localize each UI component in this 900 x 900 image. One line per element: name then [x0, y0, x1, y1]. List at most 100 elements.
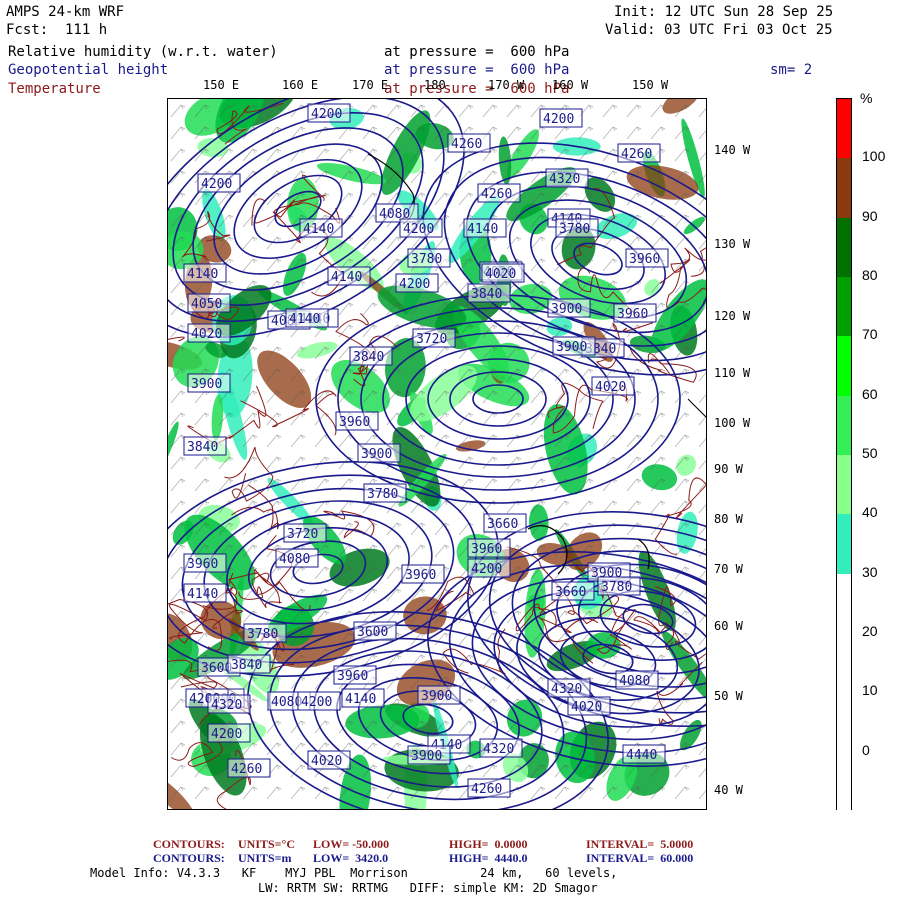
- svg-text:4320: 4320: [549, 172, 580, 187]
- height-label: 4020: [307, 750, 351, 770]
- latitude-label: 40 W: [714, 783, 743, 797]
- svg-text:3900: 3900: [361, 447, 392, 462]
- colorbar-segment: [837, 395, 851, 456]
- svg-text:3780: 3780: [367, 487, 398, 502]
- height-label: 4140: [327, 266, 371, 286]
- longitude-label: 170 E: [352, 78, 389, 92]
- svg-text:3840: 3840: [353, 350, 384, 365]
- height-label: 4200: [307, 103, 351, 123]
- height-label: 4320: [545, 168, 589, 188]
- height-label: 3780: [555, 218, 599, 238]
- svg-text:4140: 4140: [187, 267, 218, 282]
- latitude-label: 130 W: [714, 237, 751, 251]
- height-label: 4320: [207, 694, 251, 714]
- field-temp-level: at pressure = 600 hPa: [384, 81, 570, 97]
- svg-text:3780: 3780: [247, 627, 278, 642]
- latitude-label: 50 W: [714, 689, 743, 703]
- svg-text:4020: 4020: [571, 700, 602, 715]
- latitude-label: 70 W: [714, 562, 743, 576]
- height-label: 4320: [479, 738, 523, 758]
- colorbar-tick-label: 50: [862, 445, 878, 461]
- height-label: 3900: [552, 336, 596, 356]
- svg-text:4200: 4200: [311, 107, 342, 122]
- svg-text:4320: 4320: [551, 682, 582, 697]
- colorbar-tick-label: 100: [862, 148, 886, 165]
- height-label: 4260: [617, 143, 661, 163]
- colorbar-tick-label: 60: [862, 385, 878, 402]
- svg-text:4200: 4200: [543, 112, 574, 127]
- svg-text:4260: 4260: [481, 187, 512, 202]
- latitude-label: 110 W: [714, 366, 751, 380]
- svg-text:3900: 3900: [556, 340, 587, 355]
- temp-contour-label: CONTOURS:: [153, 837, 225, 851]
- svg-text:3960: 3960: [187, 557, 218, 572]
- height-label: 3660: [483, 513, 527, 533]
- height-label: 4260: [467, 778, 511, 798]
- colorbar-tick-label: 30: [862, 563, 878, 580]
- height-label: 4080: [615, 670, 659, 690]
- latitude-label: 140 W: [714, 143, 751, 157]
- colorbar: [836, 98, 852, 812]
- colorbar-segment: [837, 158, 851, 219]
- height-contour-label: CONTOURS:: [153, 851, 225, 865]
- height-label: 3900: [407, 745, 451, 765]
- longitude-label: 160 E: [282, 78, 319, 92]
- svg-text:4260: 4260: [621, 147, 652, 162]
- height-label: 3900: [187, 373, 231, 393]
- height-label: 3780: [597, 576, 641, 596]
- svg-text:3660: 3660: [487, 517, 518, 532]
- svg-text:3600: 3600: [357, 625, 388, 640]
- svg-text:4020: 4020: [595, 380, 626, 395]
- height-label: 4020: [567, 696, 611, 716]
- colorbar-tick-label: 80: [862, 267, 878, 283]
- height-label: 4140: [299, 218, 343, 238]
- height-label: 4260: [447, 133, 491, 153]
- svg-text:4140: 4140: [467, 222, 498, 237]
- latitude-label: 80 W: [714, 512, 743, 526]
- svg-text:4140: 4140: [303, 222, 334, 237]
- height-label: 4200: [399, 218, 443, 238]
- height-label: 4200: [467, 558, 511, 578]
- height-label: 4200: [207, 723, 251, 743]
- height-label: 3900: [547, 298, 591, 318]
- height-label: 4140: [183, 263, 227, 283]
- longitude-label: 150 E: [203, 78, 240, 92]
- svg-text:4050: 4050: [191, 297, 222, 312]
- svg-text:4140: 4140: [289, 312, 320, 327]
- init-time: Init: 12 UTC Sun 28 Sep 25: [614, 4, 834, 20]
- longitude-label: 180: [424, 78, 446, 92]
- colorbar-segment: [837, 573, 851, 634]
- height-contour-high: HIGH= 4440.0: [449, 851, 528, 865]
- svg-text:4020: 4020: [485, 267, 516, 282]
- colorbar-tick-label: 20: [862, 623, 878, 639]
- colorbar-tick-label: 10: [862, 682, 878, 699]
- colorbar-segment: [837, 692, 851, 753]
- height-label: 4020: [187, 323, 231, 343]
- model-title: AMPS 24-km WRF: [6, 4, 125, 20]
- svg-text:4320: 4320: [483, 742, 514, 757]
- svg-text:3960: 3960: [405, 568, 436, 583]
- field-rh-level: at pressure = 600 hPa: [384, 44, 570, 60]
- svg-text:3840: 3840: [471, 287, 502, 302]
- height-label: 3840: [467, 283, 511, 303]
- svg-text:3720: 3720: [287, 527, 318, 542]
- height-label: 3660: [551, 581, 595, 601]
- latitude-label: 60 W: [714, 619, 743, 633]
- svg-text:3840: 3840: [231, 658, 262, 673]
- svg-text:3960: 3960: [339, 415, 370, 430]
- height-label: 3600: [353, 621, 397, 641]
- height-label: 4200: [539, 108, 583, 128]
- svg-text:3900: 3900: [411, 749, 442, 764]
- height-label: 4260: [227, 758, 271, 778]
- svg-text:4260: 4260: [451, 137, 482, 152]
- colorbar-segment: [837, 633, 851, 693]
- height-label: 3960: [467, 538, 511, 558]
- field-height-level: at pressure = 600 hPa: [384, 62, 570, 78]
- height-label: 4200: [297, 691, 341, 711]
- svg-text:3960: 3960: [337, 669, 368, 684]
- svg-text:3900: 3900: [421, 689, 452, 704]
- height-label: 4080: [275, 548, 319, 568]
- height-label: 3900: [357, 443, 401, 463]
- field-height-name: Geopotential height: [8, 62, 169, 78]
- height-label: 3960: [333, 665, 377, 685]
